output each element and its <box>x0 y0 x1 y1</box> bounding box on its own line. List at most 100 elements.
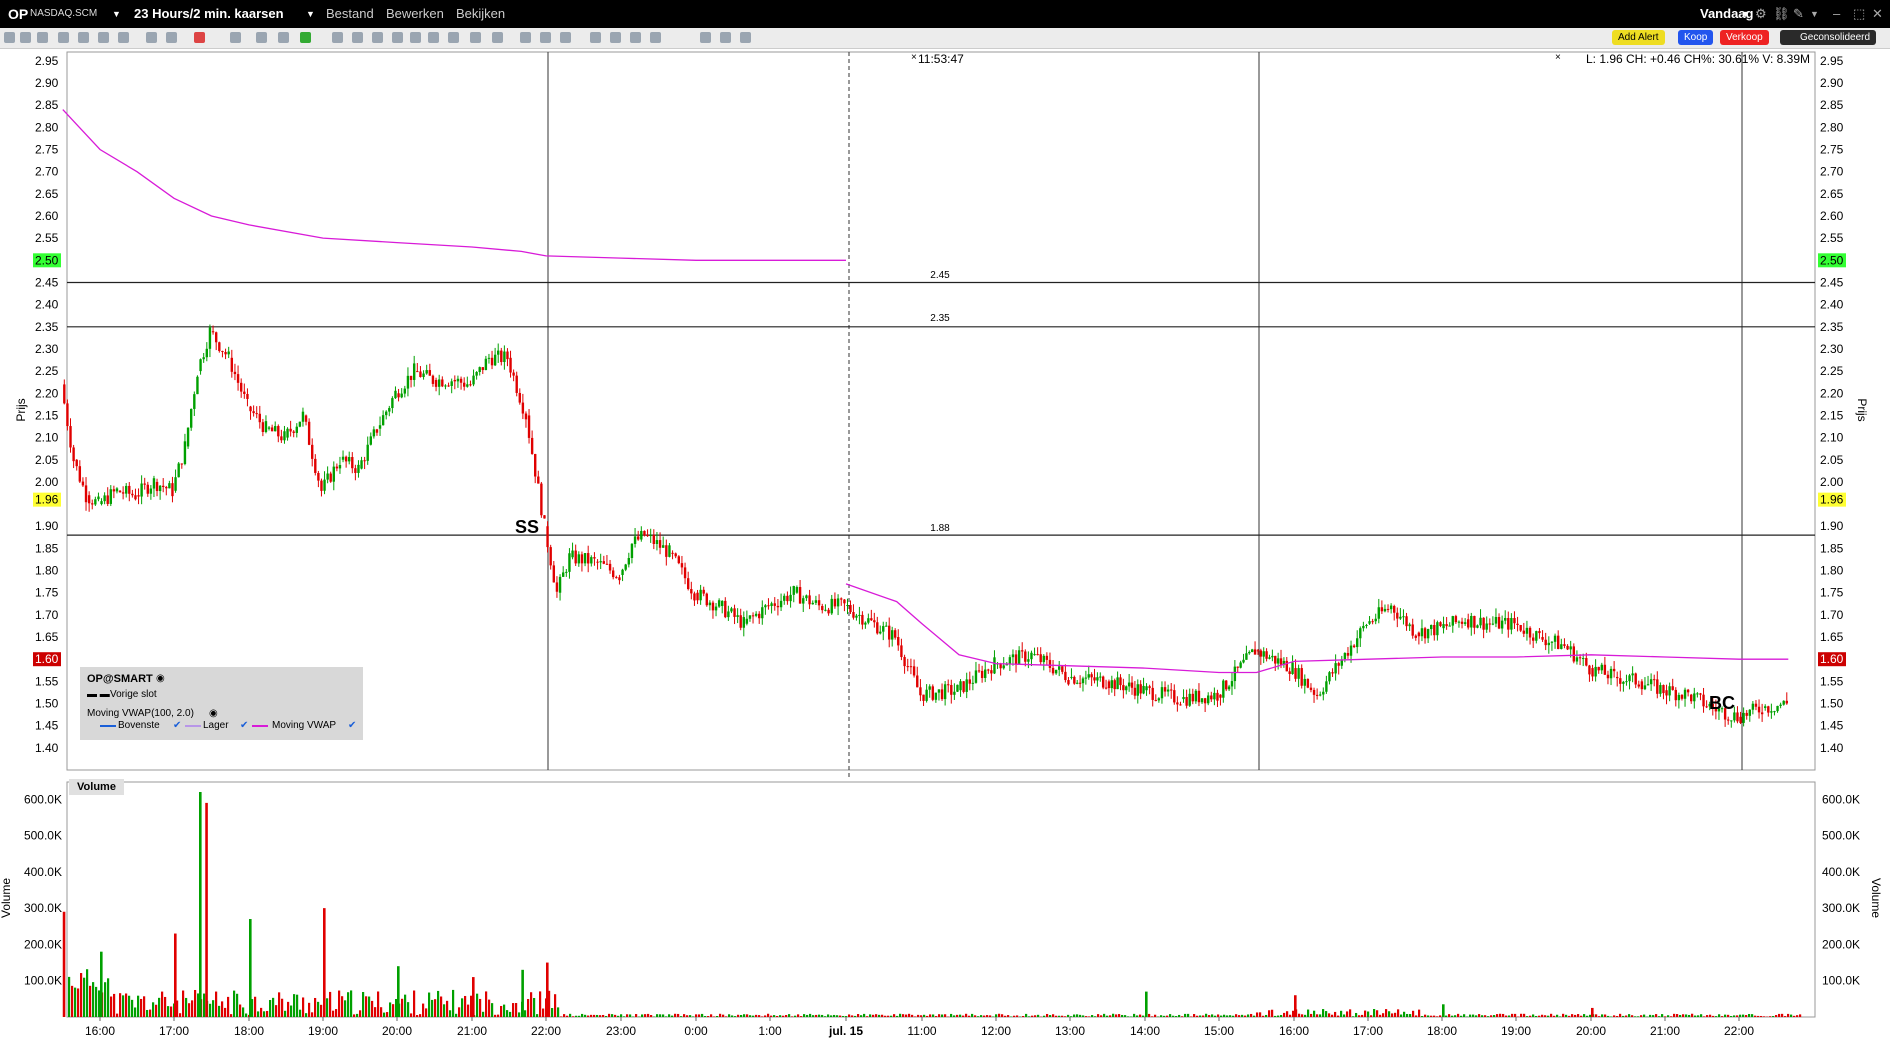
grid-icon[interactable] <box>37 32 48 43</box>
fib-icon[interactable] <box>372 32 383 43</box>
chevron-down-icon[interactable]: ▼ <box>112 9 121 19</box>
close-icon[interactable]: ✕ <box>1872 6 1883 22</box>
legend-item-moving-vwap[interactable]: Moving VWAP <box>272 720 336 731</box>
legend-item-bovenste[interactable]: Bovenste <box>118 720 160 731</box>
candle-body <box>776 605 780 608</box>
indicator-icon[interactable] <box>78 32 89 43</box>
candle-body <box>466 384 469 387</box>
menu-bekijken[interactable]: Bekijken <box>456 6 505 21</box>
volume-bar <box>722 1014 725 1017</box>
volume-bar <box>1193 1014 1196 1017</box>
shield-icon[interactable] <box>700 32 711 43</box>
candle-body <box>205 348 209 358</box>
window-icon[interactable] <box>166 32 177 43</box>
volume-bar <box>1247 1014 1250 1017</box>
draw-icon[interactable] <box>20 32 31 43</box>
indicator-legend[interactable]: OP@SMART ◉ ▬ ▬ Vorige slot Moving VWAP(1… <box>80 667 363 740</box>
y-tick-label: 2.05 <box>1820 453 1844 467</box>
chevron-down-icon[interactable]: ▼ <box>1810 9 1819 19</box>
channel-icon[interactable] <box>470 32 481 43</box>
cursor-icon[interactable] <box>4 32 15 43</box>
area-icon[interactable] <box>278 32 289 43</box>
menu-bewerken[interactable]: Bewerken <box>386 6 444 21</box>
layout-icon[interactable] <box>146 32 157 43</box>
volume-bar <box>155 1004 158 1017</box>
candle-body <box>378 425 382 429</box>
readout-close-icon[interactable]: × <box>1555 52 1561 63</box>
volume-chart[interactable]: 600.0K 600.0K 500.0K 500.0K 400.0K 400.0K 300.… <box>0 778 1890 1039</box>
consolidated-button[interactable]: Geconsolideerd <box>1780 30 1877 45</box>
rect-icon[interactable] <box>392 32 403 43</box>
link-icon[interactable]: ⛓ <box>1773 6 1790 22</box>
chevron-down-icon[interactable]: ▼ <box>1741 9 1750 19</box>
volume-bar <box>1217 1014 1220 1017</box>
buy-button[interactable]: Koop <box>1678 30 1714 45</box>
y-tick-label: 1.85 <box>1820 541 1844 555</box>
volume-bar <box>1559 1016 1562 1017</box>
volume-bar <box>584 1014 587 1017</box>
volume-bar <box>1676 1014 1679 1017</box>
candle-body <box>1309 687 1313 690</box>
volume-bar <box>1361 1014 1364 1017</box>
zoom-out-icon[interactable] <box>540 32 551 43</box>
scroll-back-icon[interactable] <box>610 32 621 43</box>
candle-body <box>1259 650 1263 657</box>
volume-spike <box>521 969 524 1017</box>
pin-icon[interactable]: ✎ <box>1793 6 1804 22</box>
volume-bar <box>1763 1016 1766 1017</box>
eye-icon[interactable]: ◉ <box>156 673 165 684</box>
candle-body <box>1371 621 1374 623</box>
candle-body <box>459 378 463 383</box>
sync-icon[interactable] <box>720 32 731 43</box>
candle-body <box>1575 657 1579 662</box>
template-icon[interactable] <box>118 32 129 43</box>
scroll-end-icon[interactable] <box>650 32 661 43</box>
menu-bestand[interactable]: Bestand <box>326 6 374 21</box>
check-icon[interactable]: ✔ <box>173 720 181 731</box>
volume-bar <box>1490 1015 1493 1017</box>
candle-body <box>1470 615 1473 628</box>
bar-icon[interactable] <box>256 32 267 43</box>
zoom-fit-icon[interactable] <box>560 32 571 43</box>
undo-icon[interactable] <box>410 32 421 43</box>
wrench-icon[interactable] <box>740 32 751 43</box>
measure-icon[interactable] <box>448 32 459 43</box>
candle-body <box>590 557 593 564</box>
candle-body <box>304 415 308 422</box>
pencil-icon[interactable] <box>194 32 205 43</box>
volume-bar <box>566 1015 569 1017</box>
crosshair-icon[interactable] <box>332 32 343 43</box>
volume-tick-label: 400.0K <box>24 865 62 879</box>
volume-bar <box>932 1014 935 1017</box>
eye-icon[interactable]: ◉ <box>209 708 218 719</box>
gear-icon[interactable]: ⚙ <box>1755 6 1767 22</box>
line-icon[interactable] <box>230 32 241 43</box>
refresh-icon[interactable] <box>300 32 311 43</box>
timeframe-selector[interactable]: 23 Hours/2 min. kaarsen <box>134 6 284 21</box>
candle-body <box>1225 680 1228 690</box>
maximize-icon[interactable]: ⬚ <box>1853 6 1865 22</box>
gann-icon[interactable] <box>492 32 503 43</box>
scroll-fwd-icon[interactable] <box>630 32 641 43</box>
sell-button[interactable]: Verkoop <box>1720 30 1769 45</box>
volume-bar <box>455 1013 458 1017</box>
check-icon[interactable]: ✔ <box>348 720 356 731</box>
add-alert-button[interactable]: Add Alert <box>1612 30 1665 45</box>
volume-bar <box>1160 1015 1163 1017</box>
zoom-in-icon[interactable] <box>520 32 531 43</box>
candle-body <box>1442 624 1445 629</box>
volume-bar <box>683 1014 686 1017</box>
trend-icon[interactable] <box>352 32 363 43</box>
symbol-label[interactable]: OP <box>8 6 28 22</box>
chart-type-icon[interactable] <box>58 32 69 43</box>
y-tick-label: 1.40 <box>1820 741 1844 755</box>
scroll-start-icon[interactable] <box>590 32 601 43</box>
minimize-icon[interactable]: – <box>1833 6 1840 21</box>
check-icon[interactable]: ✔ <box>240 720 248 731</box>
redo-icon[interactable] <box>428 32 439 43</box>
settings-icon[interactable] <box>98 32 109 43</box>
chevron-down-icon[interactable]: ▼ <box>306 9 315 19</box>
exchange-label[interactable]: NASDAQ.SCM <box>30 8 97 19</box>
candle-body <box>180 463 184 465</box>
legend-item-lager[interactable]: Lager <box>203 720 229 731</box>
